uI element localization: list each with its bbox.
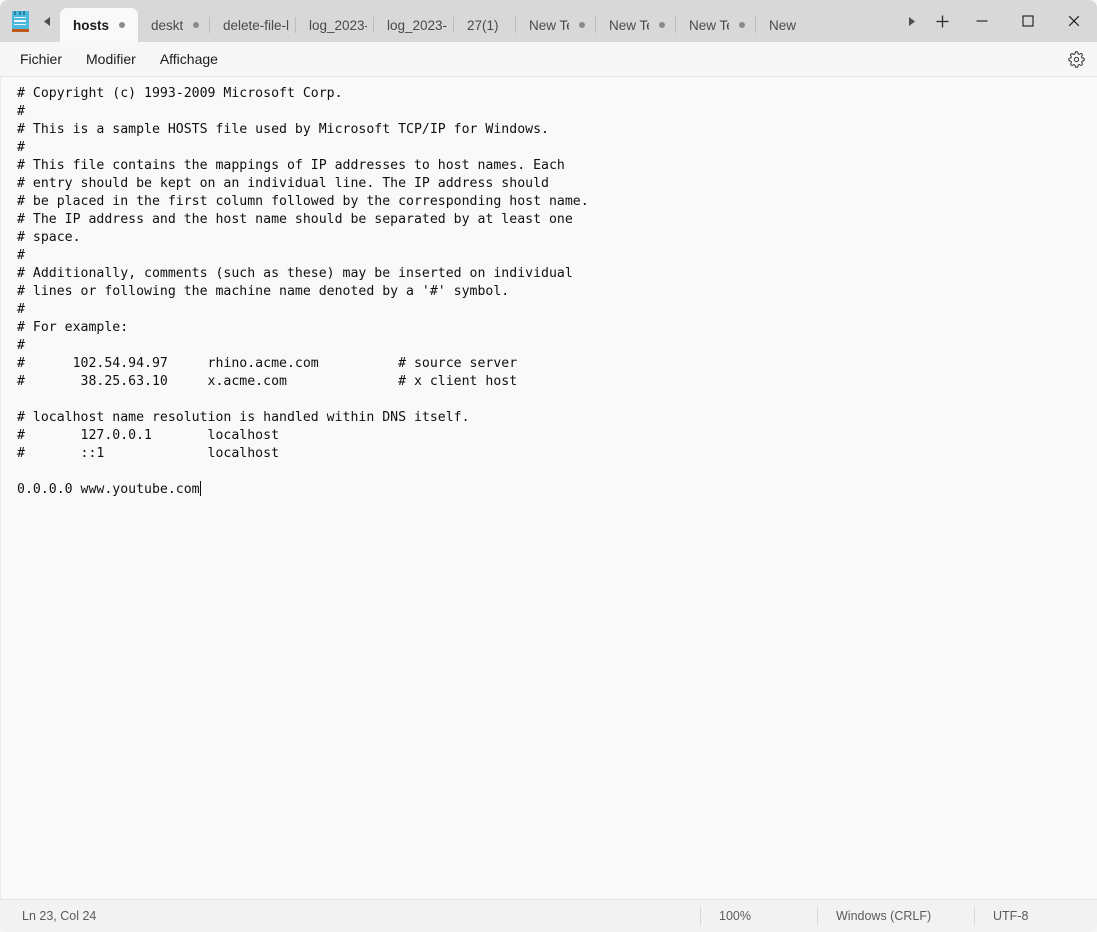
editor-text: # Copyright (c) 1993-2009 Microsoft Corp…	[17, 86, 589, 497]
status-bar: Ln 23, Col 24 100% Windows (CRLF) UTF-8	[0, 899, 1097, 932]
tab-modified-dot-icon[interactable]	[655, 22, 669, 28]
tab-strip: hosts desktc delete-file-lc log_2023-11- log…	[60, 0, 899, 42]
tab-label: New Te	[609, 17, 649, 33]
tab-item[interactable]: desktc	[138, 8, 210, 42]
window-controls	[959, 0, 1097, 42]
close-icon[interactable]	[1051, 0, 1097, 42]
notepad-icon	[6, 0, 34, 42]
menu-items: Fichier Modifier Affichage	[0, 46, 230, 72]
title-bar: hosts desktc delete-file-lc log_2023-11- log…	[0, 0, 1097, 42]
status-cursor-position[interactable]: Ln 23, Col 24	[0, 909, 700, 923]
tab-label: 27(1)	[467, 17, 499, 33]
tab-label: log_2023-11-	[309, 17, 367, 33]
tab-modified-dot-icon[interactable]	[189, 22, 203, 28]
notepad-window: hosts desktc delete-file-lc log_2023-11- log…	[0, 0, 1097, 932]
chevron-left-icon[interactable]	[34, 0, 60, 42]
tab-label: New Te	[529, 17, 569, 33]
status-encoding[interactable]: UTF-8	[974, 907, 1097, 925]
tab-label: desktc	[151, 17, 183, 33]
chevron-right-icon[interactable]	[899, 0, 925, 42]
menu-bar: Fichier Modifier Affichage	[0, 42, 1097, 77]
menu-item-affichage[interactable]: Affichage	[148, 46, 230, 72]
menu-item-modifier[interactable]: Modifier	[74, 46, 148, 72]
tab-modified-dot-icon[interactable]	[115, 22, 129, 28]
status-zoom-level[interactable]: 100%	[700, 907, 817, 925]
gear-icon[interactable]	[1055, 42, 1097, 76]
tab-label: New Te	[689, 17, 729, 33]
tab-modified-dot-icon[interactable]	[735, 22, 749, 28]
tab-label: New	[769, 17, 797, 33]
tab-modified-dot-icon[interactable]	[575, 22, 589, 28]
status-line-ending[interactable]: Windows (CRLF)	[817, 907, 974, 925]
minimize-icon[interactable]	[959, 0, 1005, 42]
text-cursor	[199, 481, 201, 496]
tab-item[interactable]: 27(1)	[454, 8, 516, 42]
new-tab-button[interactable]	[925, 0, 959, 42]
menu-item-fichier[interactable]: Fichier	[8, 46, 74, 72]
tab-item[interactable]: New Te	[596, 8, 676, 42]
tab-label: log_2023-11-	[387, 17, 447, 33]
tab-item[interactable]: log_2023-11-	[296, 8, 374, 42]
tab-label: delete-file-lc	[223, 17, 289, 33]
tab-label: hosts	[73, 17, 110, 33]
tab-item[interactable]: New Te	[516, 8, 596, 42]
tab-item[interactable]: New	[756, 8, 818, 42]
editor-area[interactable]: # Copyright (c) 1993-2009 Microsoft Corp…	[0, 77, 1097, 899]
maximize-icon[interactable]	[1005, 0, 1051, 42]
tab-item[interactable]: hosts	[60, 8, 138, 42]
text-editor-content[interactable]: # Copyright (c) 1993-2009 Microsoft Corp…	[1, 77, 1097, 899]
tab-item[interactable]: New Te	[676, 8, 756, 42]
tab-item[interactable]: delete-file-lc	[210, 8, 296, 42]
tab-item[interactable]: log_2023-11-	[374, 8, 454, 42]
